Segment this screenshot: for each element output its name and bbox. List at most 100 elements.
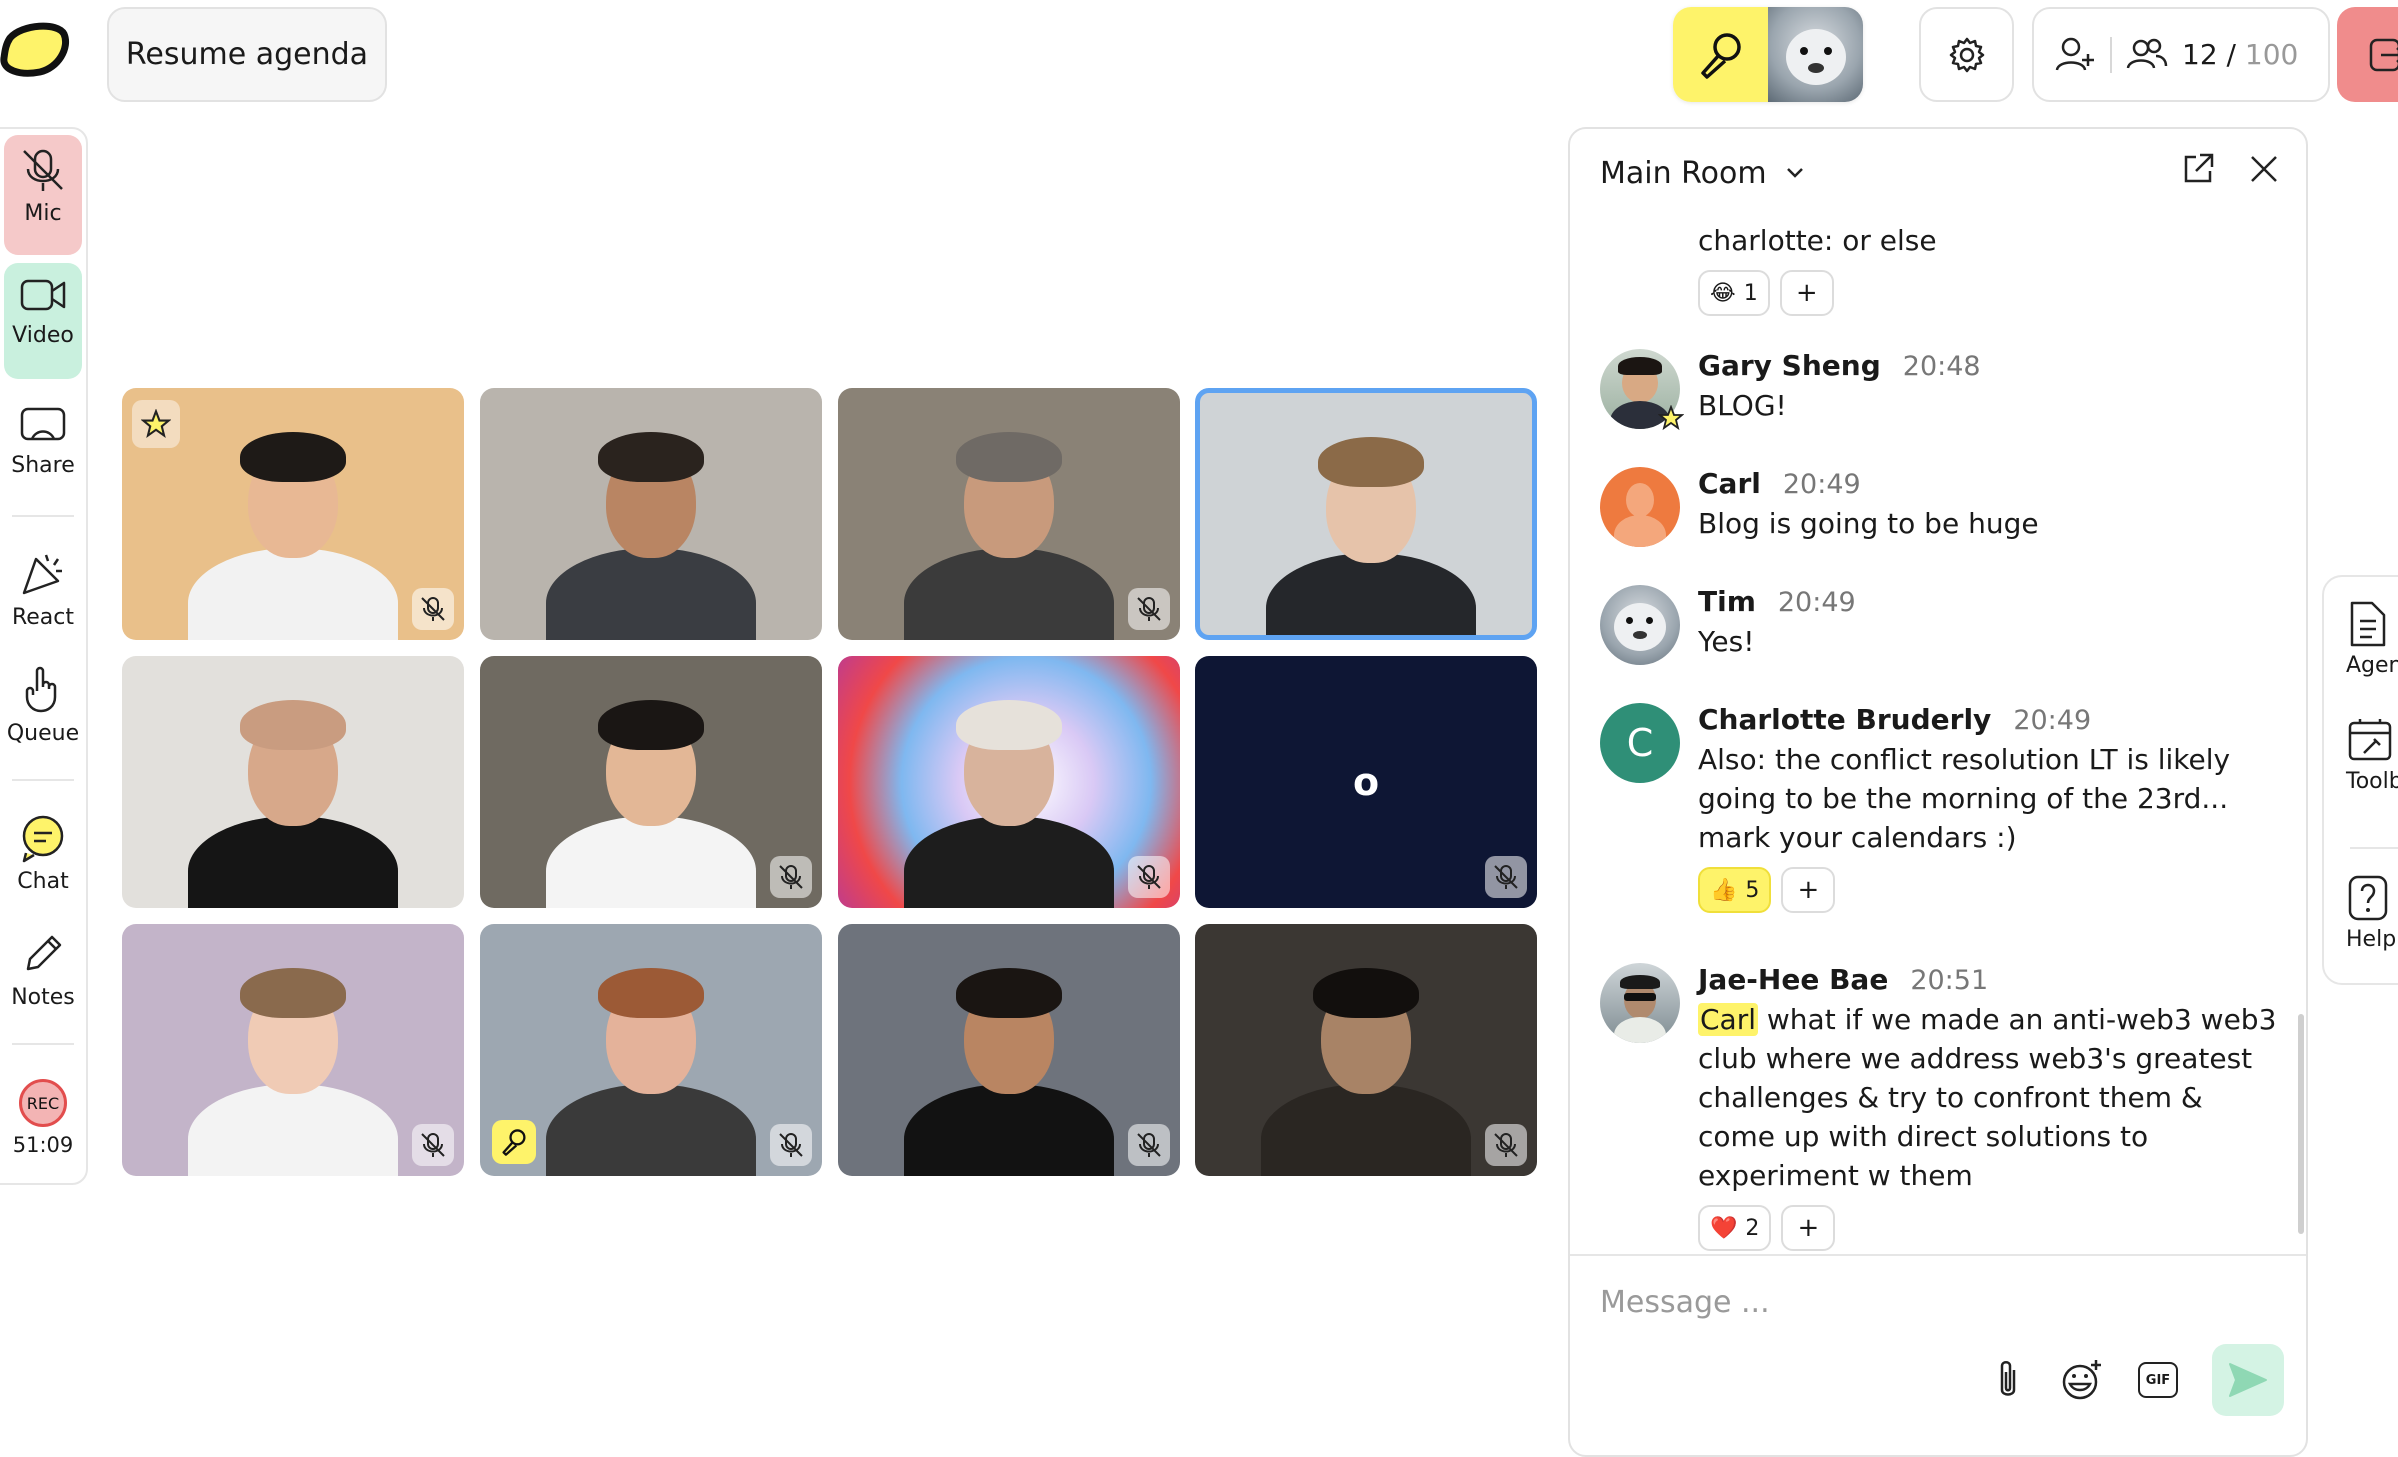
star-icon: [132, 400, 180, 448]
participant-video-tile[interactable]: [122, 924, 464, 1176]
room-selector[interactable]: Main Room: [1600, 149, 1805, 197]
paperclip-icon[interactable]: [1990, 1358, 2026, 1402]
help-icon: [2346, 873, 2390, 923]
chat-bubble-icon: [18, 813, 68, 863]
queue-button[interactable]: Queue: [4, 655, 82, 746]
participant-hair: [956, 432, 1062, 482]
message-time: 20:49: [1777, 587, 1856, 618]
participant-body: [546, 548, 756, 640]
video-label: Video: [12, 323, 74, 348]
heart-emoji-icon: ❤️: [1710, 1215, 1738, 1241]
divider: [12, 515, 74, 517]
participant-body: [904, 1084, 1114, 1176]
message-text: charlotte: or else: [1698, 224, 1937, 257]
chat-scrollbar[interactable]: [2298, 1014, 2304, 1234]
participant-video-tile[interactable]: [480, 656, 822, 908]
divider: [2110, 36, 2112, 73]
message-text: Blog is going to be huge: [1698, 507, 2039, 540]
participant-body: [904, 548, 1114, 640]
sender-name[interactable]: Charlotte Bruderly: [1698, 703, 1991, 736]
help-button[interactable]: Help: [2334, 873, 2398, 952]
send-button[interactable]: [2212, 1344, 2284, 1416]
message-composer: GIF: [1570, 1254, 2306, 1455]
mention-tag[interactable]: Carl: [1698, 1003, 1758, 1036]
share-button[interactable]: Share: [4, 393, 82, 478]
queue-label: Queue: [6, 721, 80, 746]
add-person-icon[interactable]: [2054, 34, 2096, 76]
participant-hair: [240, 968, 346, 1018]
avatar[interactable]: C: [1600, 703, 1680, 783]
message-input[interactable]: [1600, 1276, 2260, 1328]
raised-hand-icon: [21, 665, 65, 715]
pop-out-icon[interactable]: [2180, 151, 2216, 187]
send-icon: [2228, 1362, 2268, 1398]
agenda-label: Agenda: [2346, 653, 2398, 678]
reaction-chip[interactable]: 😂 1: [1698, 270, 1770, 316]
participant-hair: [240, 432, 346, 482]
mic-toggle[interactable]: Mic: [4, 135, 82, 255]
document-icon: [2346, 599, 2388, 649]
participant-video-tile[interactable]: [122, 388, 464, 640]
participant-video-tile[interactable]: [480, 924, 822, 1176]
reaction-chip[interactable]: ❤️ 2: [1698, 1205, 1772, 1251]
share-label: Share: [11, 453, 75, 478]
participant-body: [546, 1084, 756, 1176]
agenda-button[interactable]: Agenda: [2334, 599, 2398, 678]
sender-name[interactable]: Tim: [1698, 585, 1756, 618]
participant-video-tile[interactable]: [1195, 388, 1537, 640]
avatar[interactable]: [1600, 585, 1680, 665]
divider: [2350, 847, 2398, 849]
participant-video-tile[interactable]: [838, 656, 1180, 908]
laughing-emoji-icon: 😂: [1710, 280, 1736, 306]
notes-button[interactable]: Notes: [4, 919, 82, 1010]
divider: [12, 779, 74, 781]
reaction-chip[interactable]: 👍 5: [1698, 867, 1772, 913]
active-speaker-chip[interactable]: [1673, 7, 1863, 102]
sender-name[interactable]: Carl: [1698, 467, 1761, 500]
message-text: Yes!: [1698, 625, 1755, 658]
participant-body: [188, 548, 398, 640]
people-icon[interactable]: [2126, 34, 2168, 76]
recording-time: 51:09: [12, 1133, 74, 1157]
app-logo[interactable]: [0, 20, 76, 90]
message-body: what if we made an anti-web3 web3 club w…: [1698, 1003, 2277, 1192]
participant-video-tile[interactable]: [480, 388, 822, 640]
participant-hair: [1313, 968, 1419, 1018]
participant-video-tile[interactable]: [1195, 924, 1537, 1176]
emoji-picker-icon[interactable]: [2060, 1358, 2104, 1402]
pencil-icon: [18, 929, 68, 979]
settings-button[interactable]: [1919, 7, 2014, 102]
add-reaction-button[interactable]: +: [1779, 270, 1834, 316]
add-reaction-button[interactable]: +: [1781, 867, 1836, 913]
exit-icon: [2367, 35, 2398, 75]
message-text: BLOG!: [1698, 389, 1787, 422]
participant-video-tile[interactable]: o: [1195, 656, 1537, 908]
add-reaction-button[interactable]: +: [1781, 1205, 1836, 1251]
react-button[interactable]: React: [4, 539, 82, 630]
participant-hair: [1318, 437, 1424, 487]
leave-room-button[interactable]: [2337, 7, 2398, 102]
close-icon[interactable]: [2246, 151, 2282, 187]
sender-name[interactable]: Gary Sheng: [1698, 349, 1881, 382]
room-name: Main Room: [1600, 155, 1767, 191]
avatar[interactable]: [1600, 963, 1680, 1043]
participant-video-tile[interactable]: [838, 388, 1180, 640]
people-controls: 12 / 100: [2032, 7, 2330, 102]
recording-indicator[interactable]: REC 51:09: [4, 1069, 82, 1157]
participant-body: [188, 1084, 398, 1176]
gear-icon: [1947, 35, 1987, 75]
video-toggle[interactable]: Video: [4, 263, 82, 379]
mic-off-icon: [18, 145, 68, 195]
resume-agenda-button[interactable]: Resume agenda: [107, 7, 387, 102]
video-camera-icon: [18, 273, 68, 317]
avatar[interactable]: [1600, 467, 1680, 547]
toolbox-button[interactable]: Toolbox: [2334, 715, 2398, 794]
chat-button[interactable]: Chat: [4, 803, 82, 894]
toolbox-icon: [2346, 715, 2392, 765]
sender-name[interactable]: Jae-Hee Bae: [1698, 963, 1888, 996]
participant-video-tile[interactable]: [838, 924, 1180, 1176]
participant-hair: [598, 968, 704, 1018]
gif-button[interactable]: GIF: [2138, 1362, 2178, 1398]
participant-video-tile[interactable]: [122, 656, 464, 908]
speaker-mic-icon: [492, 1120, 536, 1164]
